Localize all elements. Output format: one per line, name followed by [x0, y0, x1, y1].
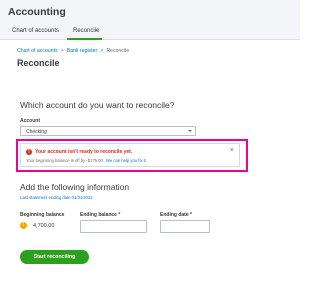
breadcrumb-chart-of-accounts[interactable]: Chart of accounts — [17, 48, 58, 54]
beginning-balance-value: 4,700.00 — [33, 223, 55, 229]
error-alert: ! Your account isn't ready to reconcile … — [20, 143, 240, 167]
breadcrumb-separator: > — [100, 48, 104, 54]
alert-help-link[interactable]: We can help you fix it. — [106, 158, 147, 163]
chevron-down-icon — [188, 130, 192, 132]
account-question: Which account do you want to reconcile? — [20, 100, 175, 110]
error-icon: ! — [26, 149, 32, 155]
breadcrumb: Chart of accounts > Bank register > Reconcil… — [17, 48, 129, 54]
alert-body-text: Your beginning balance is off by -$175.0… — [26, 158, 104, 163]
breadcrumb-separator: > — [60, 48, 64, 54]
account-select[interactable]: Checking — [20, 126, 196, 136]
breadcrumb-current: Reconcile — [106, 48, 130, 54]
close-icon[interactable]: × — [230, 147, 234, 155]
account-label: Account — [20, 118, 40, 124]
top-header: Accounting Chart of accounts Reconcile — [0, 0, 300, 40]
alert-body: Your beginning balance is off by -$175.0… — [26, 158, 147, 163]
beginning-balance-label: Beginning balance — [20, 212, 65, 218]
breadcrumb-bank-register[interactable]: Bank register — [67, 48, 98, 54]
last-statement-date: Last statement ending date 01/31/2022 — [20, 195, 93, 200]
tab-chart-of-accounts[interactable]: Chart of accounts — [12, 28, 59, 34]
app-title: Accounting — [8, 6, 66, 18]
start-reconciling-button[interactable]: Start reconciling — [20, 250, 89, 264]
page-title: Reconcile — [17, 58, 60, 68]
account-select-value: Checking — [26, 128, 47, 135]
alert-title: Your account isn't ready to reconcile ye… — [35, 149, 133, 155]
ending-balance-label: Ending balance * — [80, 212, 121, 218]
tab-reconcile[interactable]: Reconcile — [73, 28, 99, 34]
ending-balance-input[interactable] — [80, 220, 147, 233]
ending-date-input[interactable] — [160, 220, 210, 233]
active-tab-indicator — [67, 38, 102, 40]
warning-icon[interactable]: ! — [20, 222, 27, 229]
info-section-title: Add the following information — [20, 182, 130, 192]
ending-date-label: Ending date * — [160, 212, 192, 218]
